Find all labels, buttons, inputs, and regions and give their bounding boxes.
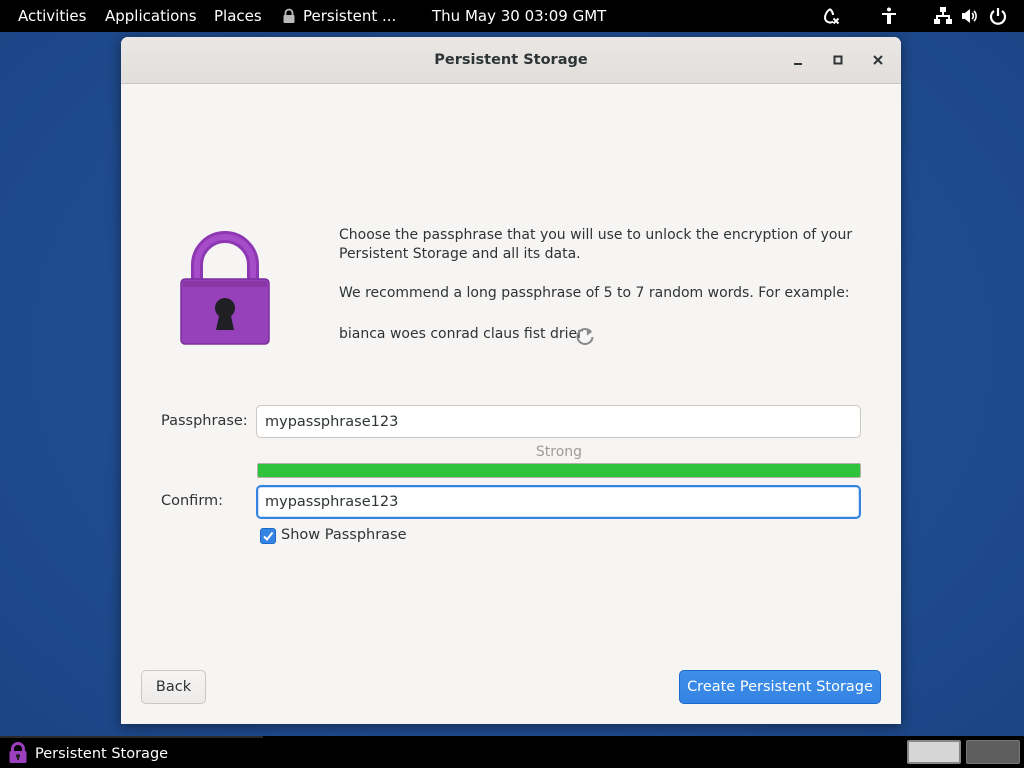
- clock[interactable]: Thu May 30 03:09 GMT: [432, 0, 606, 32]
- bottom-taskbar: Persistent Storage: [0, 736, 1024, 768]
- activities-button[interactable]: Activities: [18, 0, 86, 32]
- passphrase-input[interactable]: [256, 405, 861, 438]
- checkmark-icon: [263, 531, 274, 542]
- close-icon[interactable]: [868, 50, 888, 70]
- workspace-2[interactable]: [966, 740, 1020, 764]
- onion-circuit-icon[interactable]: [821, 6, 841, 26]
- confirm-input[interactable]: [256, 485, 861, 519]
- accessibility-icon[interactable]: [879, 6, 899, 26]
- passphrase-label: Passphrase:: [161, 413, 248, 429]
- app-menu-label: Persistent ...: [303, 7, 397, 25]
- strength-meter: [257, 463, 861, 478]
- maximize-icon[interactable]: [828, 50, 848, 70]
- power-icon[interactable]: [988, 6, 1008, 26]
- window-titlebar[interactable]: Persistent Storage: [121, 37, 901, 84]
- taskbar-item-persistent-storage[interactable]: Persistent Storage: [0, 736, 263, 768]
- padlock-icon: [180, 231, 270, 345]
- back-button[interactable]: Back: [141, 670, 206, 704]
- intro-text-line2: Persistent Storage and all its data.: [339, 246, 581, 262]
- workspace-1[interactable]: [907, 740, 961, 764]
- window-title: Persistent Storage: [434, 52, 588, 68]
- create-persistent-storage-button[interactable]: Create Persistent Storage: [679, 670, 881, 704]
- show-passphrase-label[interactable]: Show Passphrase: [281, 527, 407, 543]
- strength-meter-fill: [258, 464, 860, 477]
- lock-small-icon: [283, 8, 295, 23]
- places-menu[interactable]: Places: [214, 0, 262, 32]
- lock-app-icon: [9, 742, 27, 763]
- minimize-icon[interactable]: [788, 50, 808, 70]
- example-passphrase: bianca woes conrad claus fist drier: [339, 326, 583, 342]
- volume-icon[interactable]: [960, 6, 980, 26]
- top-bar: Activities Applications Places Persisten…: [0, 0, 1024, 32]
- refresh-icon[interactable]: [574, 325, 596, 347]
- taskbar-item-label: Persistent Storage: [35, 746, 169, 762]
- confirm-label: Confirm:: [161, 493, 224, 509]
- network-icon[interactable]: [933, 6, 953, 26]
- checkbox-box[interactable]: [260, 528, 276, 544]
- strength-label: Strong: [535, 444, 583, 460]
- persistent-storage-window: Persistent Storage Choose the passphrase…: [121, 37, 901, 724]
- intro-text-line1: Choose the passphrase that you will use …: [339, 227, 853, 243]
- applications-menu[interactable]: Applications: [105, 0, 197, 32]
- recommendation-text: We recommend a long passphrase of 5 to 7…: [339, 285, 850, 301]
